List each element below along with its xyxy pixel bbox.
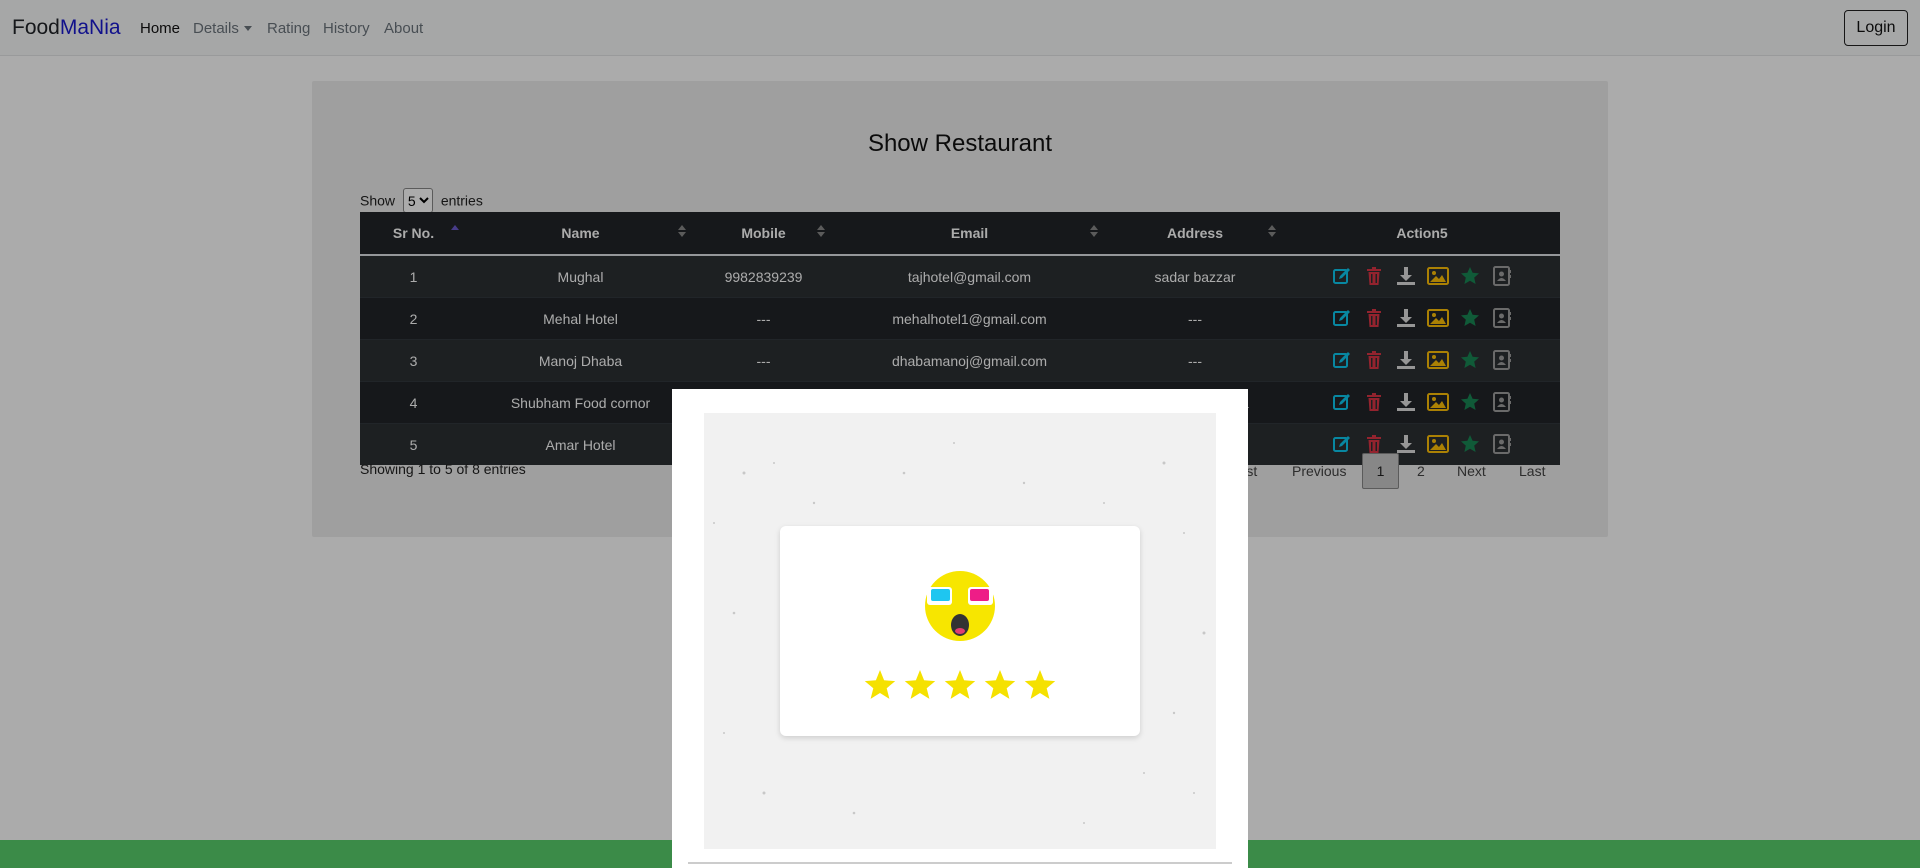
rating-modal: [672, 389, 1248, 868]
rating-star-icon[interactable]: [984, 670, 1016, 699]
rating-star-icon[interactable]: [864, 670, 896, 699]
emoji-icon: [925, 571, 995, 641]
rating-illustration: [704, 413, 1216, 849]
modal-divider: [688, 862, 1232, 864]
rating-stars: [864, 670, 1056, 699]
rating-card: [780, 526, 1140, 736]
rating-star-icon[interactable]: [904, 670, 936, 699]
rating-graphic: [864, 571, 1056, 699]
rating-star-icon[interactable]: [944, 670, 976, 699]
rating-star-icon[interactable]: [1024, 670, 1056, 699]
